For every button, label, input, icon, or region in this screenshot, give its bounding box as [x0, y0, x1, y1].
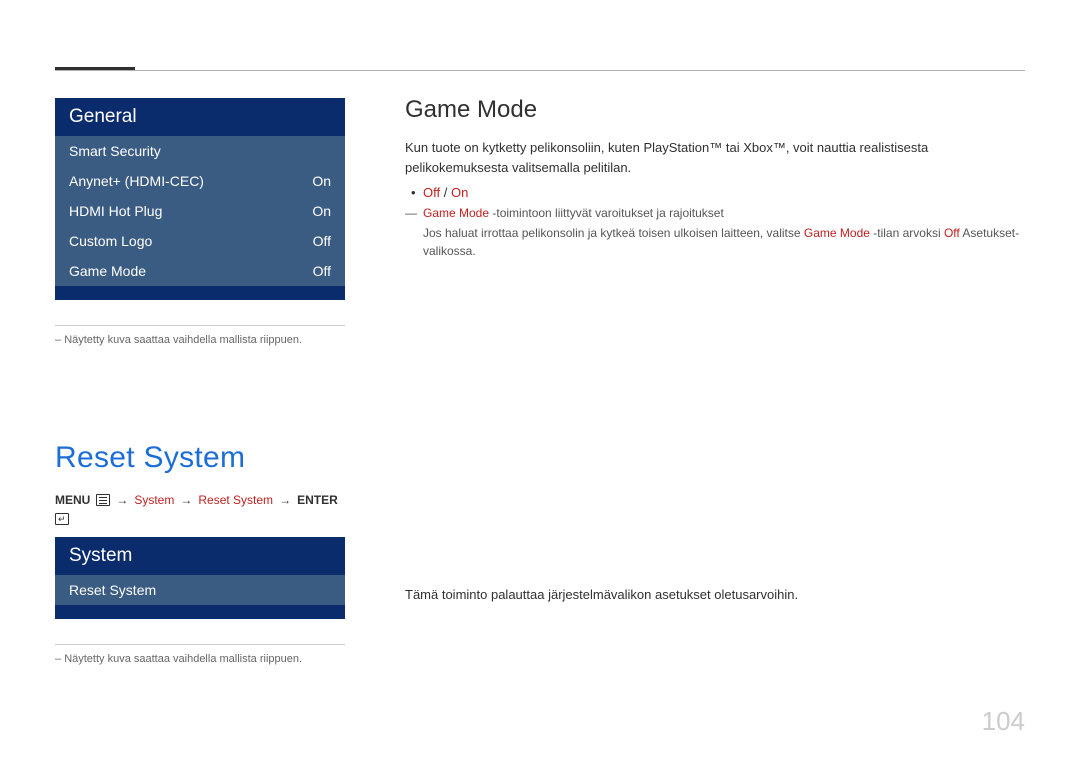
row-value: On — [312, 203, 331, 219]
top-rule — [55, 70, 1025, 71]
menu-icon — [96, 494, 110, 506]
columns: General Smart Security Anynet+ (HDMI-CEC… — [55, 98, 1025, 665]
row-label: Smart Security — [69, 143, 161, 159]
row-label: Anynet+ (HDMI-CEC) — [69, 173, 204, 189]
sub-term-off: Off — [944, 226, 960, 240]
panel-footer-bar — [55, 286, 345, 300]
row-value: Off — [313, 233, 331, 249]
callout-detail: Jos haluat irrottaa pelikonsolin ja kytk… — [405, 224, 1025, 260]
panel-title: System — [55, 537, 345, 575]
note-divider — [55, 644, 345, 645]
sub-term-game-mode: Game Mode — [804, 226, 870, 240]
reset-system-description: Tämä toiminto palauttaa järjestelmävalik… — [405, 585, 1025, 605]
row-label: Custom Logo — [69, 233, 152, 249]
enter-icon — [55, 513, 69, 525]
menu-row-hdmi-hot-plug[interactable]: HDMI Hot Plug On — [55, 196, 345, 226]
option-bullet: Off / On — [405, 185, 1025, 200]
image-disclaimer-note: Näytetty kuva saattaa vaihdella mallista… — [55, 334, 345, 346]
menu-row-anynet[interactable]: Anynet+ (HDMI-CEC) On — [55, 166, 345, 196]
panel-rows: Reset System — [55, 575, 345, 605]
panel-title: General — [55, 98, 345, 136]
panel-rows: Smart Security Anynet+ (HDMI-CEC) On HDM… — [55, 136, 345, 286]
left-column: General Smart Security Anynet+ (HDMI-CEC… — [55, 98, 345, 665]
sub-text: Jos haluat irrottaa pelikonsolin ja kytk… — [423, 226, 804, 240]
row-label: Reset System — [69, 582, 156, 598]
note-divider — [55, 325, 345, 326]
row-label: HDMI Hot Plug — [69, 203, 162, 219]
callout-text: -toimintoon liittyvät varoitukset ja raj… — [489, 206, 724, 220]
sub-text: -tilan arvoksi — [870, 226, 944, 240]
game-mode-description: Kun tuote on kytketty pelikonsoliin, kut… — [405, 138, 1025, 177]
option-off: Off — [423, 185, 440, 200]
menu-row-reset-system[interactable]: Reset System — [55, 575, 345, 605]
menu-panel-general: General Smart Security Anynet+ (HDMI-CEC… — [55, 98, 345, 300]
breadcrumb: MENU → System → Reset System → ENTER — [55, 493, 345, 525]
breadcrumb-reset-system: Reset System — [198, 493, 273, 507]
page-number: 104 — [982, 706, 1025, 737]
menu-row-smart-security[interactable]: Smart Security — [55, 136, 345, 166]
callout-term: Game Mode — [423, 206, 489, 220]
breadcrumb-system: System — [134, 493, 174, 507]
image-disclaimer-note: Näytetty kuva saattaa vaihdella mallista… — [55, 653, 345, 665]
row-value: On — [312, 173, 331, 189]
breadcrumb-enter: ENTER — [297, 493, 338, 507]
row-value: Off — [313, 263, 331, 279]
option-on: On — [451, 185, 468, 200]
arrow-icon: → — [116, 493, 128, 507]
heading-game-mode: Game Mode — [405, 96, 1025, 124]
page: General Smart Security Anynet+ (HDMI-CEC… — [0, 0, 1080, 763]
breadcrumb-menu: MENU — [55, 493, 90, 507]
top-mark — [55, 67, 135, 70]
arrow-icon: → — [180, 493, 192, 507]
menu-row-custom-logo[interactable]: Custom Logo Off — [55, 226, 345, 256]
option-sep: / — [440, 185, 451, 200]
arrow-icon: → — [279, 493, 291, 507]
panel-footer-bar — [55, 605, 345, 619]
menu-row-game-mode[interactable]: Game Mode Off — [55, 256, 345, 286]
menu-panel-system: System Reset System — [55, 537, 345, 619]
section-title-reset-system: Reset System — [55, 441, 345, 475]
row-label: Game Mode — [69, 263, 146, 279]
callout-warnings: Game Mode -toimintoon liittyvät varoituk… — [405, 206, 1025, 220]
right-column: Game Mode Kun tuote on kytketty pelikons… — [405, 98, 1025, 665]
